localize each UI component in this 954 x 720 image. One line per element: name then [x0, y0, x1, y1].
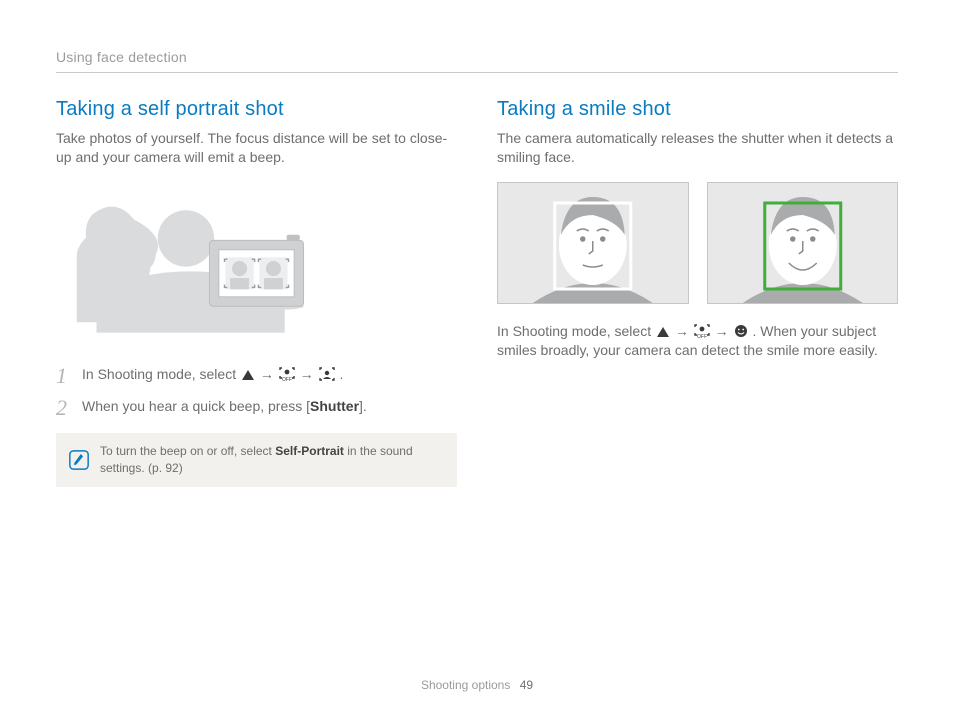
page-footer: Shooting options 49: [0, 677, 954, 694]
step2-bold: Shutter: [310, 398, 359, 414]
arrow-icon: →: [300, 366, 314, 382]
left-column: Taking a self portrait shot Take photos …: [56, 95, 457, 487]
svg-text:OFF: OFF: [282, 377, 292, 381]
up-triangle-icon: [241, 369, 255, 381]
arrow-icon: →: [715, 323, 729, 339]
tip-pre: To turn the beep on or off, select: [100, 444, 275, 458]
right-instruction: In Shooting mode, select → OFF → . When …: [497, 322, 898, 361]
face-example-row: [497, 182, 898, 304]
step1-pre: In Shooting mode, select: [82, 366, 240, 382]
arrow-icon: →: [260, 366, 274, 382]
footer-label: Shooting options: [421, 678, 510, 692]
step-body: When you hear a quick beep, press [Shutt…: [82, 397, 457, 417]
arrow-icon: →: [675, 323, 689, 339]
step2-pre: When you hear a quick beep, press [: [82, 398, 310, 414]
right-heading: Taking a smile shot: [497, 95, 898, 123]
right-column: Taking a smile shot The camera automatic…: [497, 95, 898, 487]
up-triangle-icon: [656, 326, 670, 338]
instr-pre: In Shooting mode, select: [497, 323, 655, 339]
section-header: Using face detection: [56, 48, 898, 73]
step-list: 1 In Shooting mode, select → OFF: [56, 365, 457, 419]
step2-post: ].: [359, 398, 367, 414]
face-example-neutral: [497, 182, 689, 304]
left-lead: Take photos of yourself. The focus dista…: [56, 129, 457, 168]
step-item: 1 In Shooting mode, select → OFF: [56, 365, 457, 387]
self-portrait-illustration: [56, 182, 457, 342]
step-item: 2 When you hear a quick beep, press [Shu…: [56, 397, 457, 419]
tip-box: To turn the beep on or off, select Self-…: [56, 433, 457, 487]
tip-bold: Self-Portrait: [275, 444, 344, 458]
svg-text:OFF: OFF: [697, 334, 707, 338]
step-body: In Shooting mode, select → OFF →: [82, 365, 457, 385]
note-icon: [68, 449, 90, 471]
face-detect-off-icon: OFF: [694, 324, 710, 338]
step-number: 2: [56, 397, 70, 419]
section-title: Using face detection: [56, 49, 187, 65]
two-column-layout: Taking a self portrait shot Take photos …: [56, 95, 898, 487]
smile-mode-icon: [734, 324, 748, 338]
face-example-smile: [707, 182, 899, 304]
step-number: 1: [56, 365, 70, 387]
step1-post: .: [339, 366, 343, 382]
left-heading: Taking a self portrait shot: [56, 95, 457, 123]
right-lead: The camera automatically releases the sh…: [497, 129, 898, 168]
tip-text: To turn the beep on or off, select Self-…: [100, 443, 445, 477]
face-detect-off-icon: OFF: [279, 367, 295, 381]
self-portrait-mode-icon: [319, 367, 335, 381]
page-number: 49: [520, 678, 533, 692]
